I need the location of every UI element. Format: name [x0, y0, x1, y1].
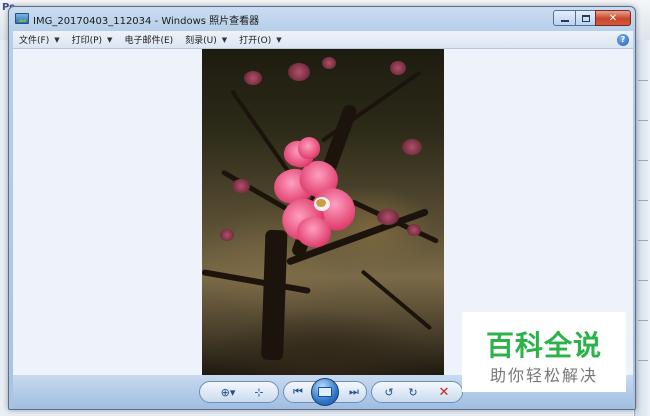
slideshow-button[interactable]	[311, 378, 339, 406]
minimize-button[interactable]	[553, 10, 575, 26]
rotate-counterclockwise-icon: ↺	[384, 385, 394, 399]
chevron-down-icon: ▼	[107, 35, 113, 44]
watermark: 百科全说 助你轻松解决	[462, 312, 626, 392]
menu-file[interactable]: 文件(F) ▼	[13, 31, 66, 49]
photo-image	[202, 49, 444, 375]
menu-burn-label: 刻录(U)	[185, 36, 217, 46]
previous-button[interactable]: ⏮	[287, 383, 309, 401]
menu-bar: 文件(F) ▼ 打印(P) ▼ 电子邮件(E) 刻录(U) ▼ 打开(O) ▼ ?	[13, 31, 633, 49]
window-title: IMG_20170403_112034 - Windows 照片查看器	[33, 16, 260, 27]
close-icon: ✕	[608, 12, 618, 24]
next-button[interactable]: ⏭	[343, 383, 365, 401]
menu-file-label: 文件(F)	[19, 36, 50, 46]
rotate-clockwise-icon: ↻	[408, 385, 418, 399]
rotate-counterclockwise-button[interactable]: ↺	[379, 383, 399, 401]
chevron-down-icon: ▼	[276, 35, 282, 44]
caption-buttons: ✕	[553, 10, 631, 27]
menu-print-label: 打印(P)	[71, 36, 103, 46]
help-icon[interactable]: ?	[617, 34, 629, 46]
chevron-down-icon: ▼	[221, 35, 228, 44]
photo-viewer-app-icon[interactable]	[15, 13, 29, 24]
rotate-clockwise-button[interactable]: ↻	[403, 383, 423, 401]
menu-print[interactable]: 打印(P) ▼	[66, 31, 119, 49]
title-bar[interactable]: IMG_20170403_112034 - Windows 照片查看器 ✕	[9, 7, 635, 31]
chevron-down-icon: ▼	[54, 35, 60, 44]
menu-email[interactable]: 电子邮件(E)	[118, 31, 179, 49]
menu-open[interactable]: 打开(O) ▼	[233, 31, 288, 49]
actual-size-button[interactable]: ⊹	[249, 383, 269, 401]
background-app-scroll-area	[634, 40, 650, 416]
menu-open-label: 打开(O)	[239, 36, 272, 46]
minimize-icon	[560, 19, 569, 22]
delete-button[interactable]: ✕	[433, 383, 455, 401]
watermark-title: 百科全说	[485, 329, 602, 362]
maximize-button[interactable]	[575, 10, 595, 26]
menu-burn[interactable]: 刻录(U) ▼	[179, 31, 233, 49]
slideshow-icon	[318, 387, 332, 397]
watermark-subtitle: 助你轻松解决	[489, 366, 598, 385]
close-button[interactable]: ✕	[595, 10, 631, 26]
maximize-icon	[581, 14, 590, 22]
menu-email-label: 电子邮件(E)	[124, 36, 174, 46]
next-icon: ⏭	[349, 385, 359, 398]
delete-icon: ✕	[438, 384, 450, 400]
zoom-icon: ⊕▾	[220, 385, 236, 399]
zoom-button[interactable]: ⊕▾	[215, 383, 241, 401]
previous-icon: ⏮	[293, 385, 303, 398]
actual-size-icon: ⊹	[254, 385, 264, 399]
